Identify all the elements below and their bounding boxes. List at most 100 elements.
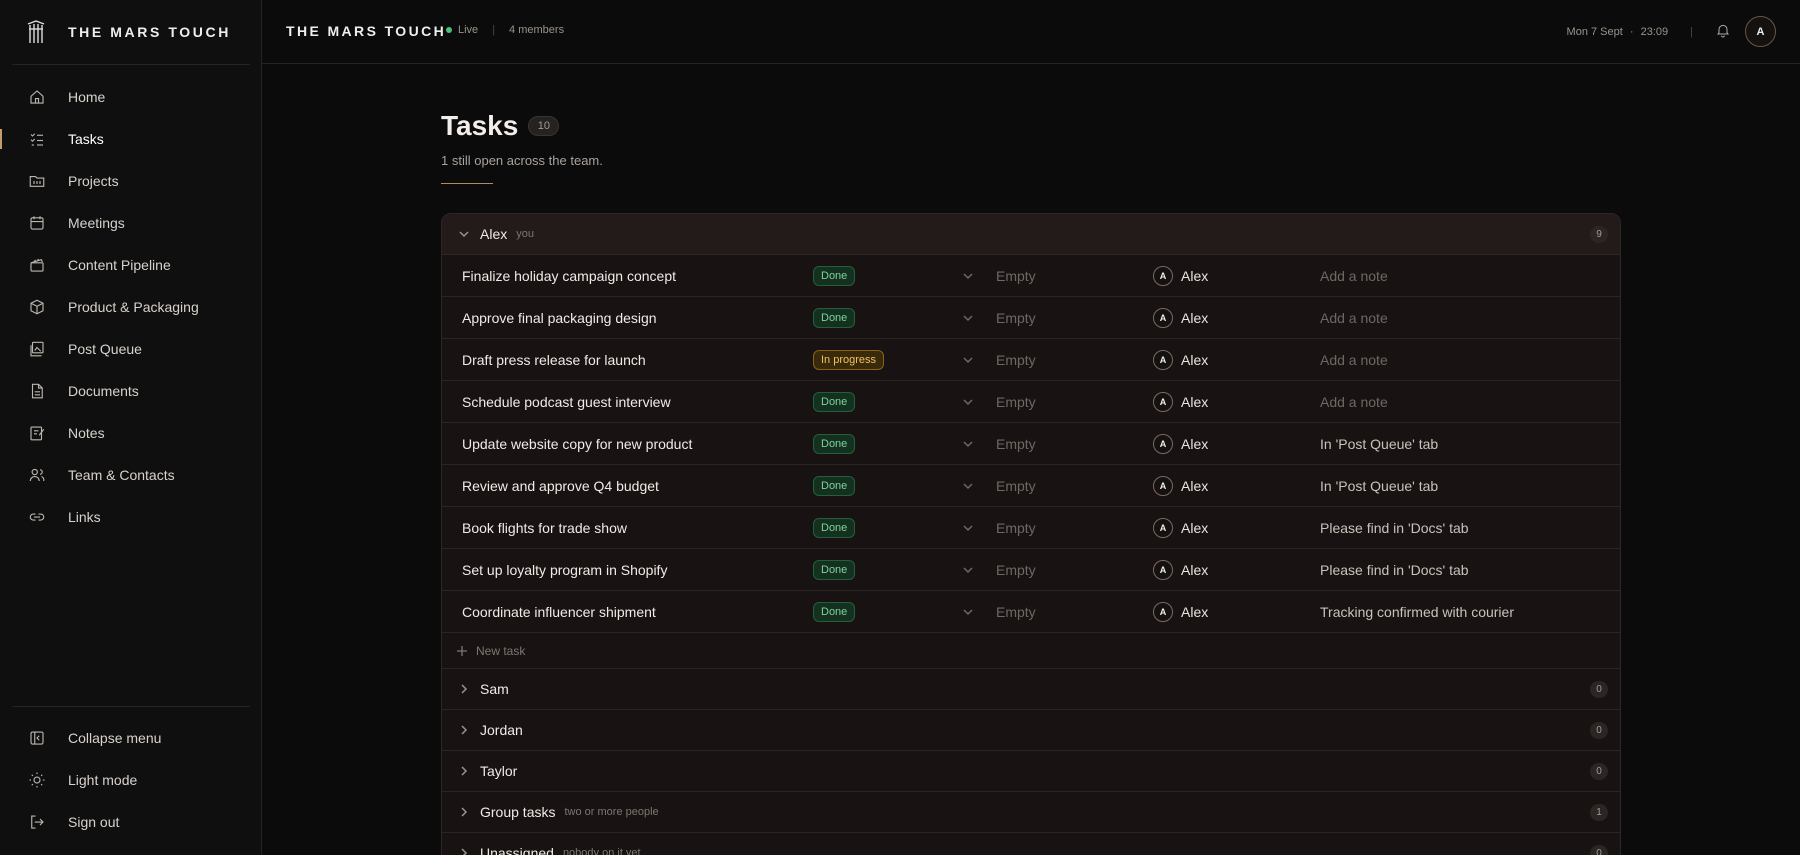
sidebar-item-sign-out[interactable]: Sign out	[0, 801, 262, 843]
due-date-field[interactable]: Empty	[996, 520, 1036, 536]
task-row[interactable]: Review and approve Q4 budget Done Empty A Al…	[442, 465, 1620, 507]
task-note[interactable]: Please find in 'Docs' tab	[1320, 562, 1469, 578]
sidebar-item-collapse-menu[interactable]: Collapse menu	[0, 717, 262, 759]
status-badge[interactable]: In progress	[813, 349, 885, 370]
status-dropdown-chevron-icon[interactable]	[962, 522, 974, 534]
sidebar-item-light-mode[interactable]: Light mode	[0, 759, 262, 801]
sidebar-item-notes[interactable]: Notes	[0, 412, 262, 454]
sidebar-item-projects[interactable]: Projects	[0, 160, 262, 202]
tasks-icon	[30, 133, 43, 146]
task-title[interactable]: Coordinate influencer shipment	[462, 604, 656, 620]
sidebar-item-team-contacts[interactable]: Team & Contacts	[0, 454, 262, 496]
assignee[interactable]: A Alex	[1153, 433, 1208, 454]
task-title[interactable]: Set up loyalty program in Shopify	[462, 562, 667, 578]
chevron-right-icon[interactable]	[458, 765, 470, 777]
assignee[interactable]: A Alex	[1153, 349, 1208, 370]
assignee[interactable]: A Alex	[1153, 307, 1208, 328]
chevron-right-icon[interactable]	[458, 806, 470, 818]
chevron-right-icon[interactable]	[458, 847, 470, 855]
sidebar-item-post-queue[interactable]: Post Queue	[0, 328, 262, 370]
due-date-field[interactable]: Empty	[996, 436, 1036, 452]
assignee[interactable]: A Alex	[1153, 601, 1209, 622]
status-dropdown-chevron-icon[interactable]	[962, 312, 974, 324]
assignee-name: Alex	[1181, 393, 1209, 410]
status-badge[interactable]: Done	[813, 391, 856, 412]
assignee[interactable]: A Alex	[1153, 517, 1208, 538]
chevron-right-icon[interactable]	[458, 724, 470, 736]
chevron-down-icon[interactable]	[458, 228, 470, 240]
assignee[interactable]: A Alex	[1153, 265, 1208, 286]
sidebar-item-home[interactable]: Home	[0, 76, 262, 118]
task-row[interactable]: Finalize holiday campaign concept Done Emp…	[442, 255, 1620, 297]
task-row[interactable]: Book flights for trade show Done Empty A Ale…	[442, 507, 1620, 549]
assignee[interactable]: A Alex	[1153, 559, 1209, 580]
user-avatar[interactable]: A	[1745, 16, 1776, 47]
assignee-name: Alex	[1181, 561, 1209, 578]
status-dropdown-chevron-icon[interactable]	[962, 564, 974, 576]
task-note[interactable]: Add a note	[1320, 394, 1388, 410]
task-row[interactable]: Schedule podcast guest interview Done Empt…	[442, 381, 1620, 423]
group-name: Alex	[480, 226, 508, 242]
task-title[interactable]: Update website copy for new product	[462, 436, 692, 452]
group-header[interactable]: Group tasks two or more people 1	[442, 792, 1620, 833]
due-date-field[interactable]: Empty	[996, 310, 1036, 326]
group-header[interactable]: Sam 0	[442, 669, 1620, 710]
status-dropdown-chevron-icon[interactable]	[962, 396, 974, 408]
task-row[interactable]: Set up loyalty program in Shopify Done Emp…	[442, 549, 1620, 591]
task-note[interactable]: Add a note	[1320, 352, 1388, 368]
assignee[interactable]: A Alex	[1153, 391, 1209, 412]
task-title[interactable]: Draft press release for launch	[462, 352, 646, 368]
status-dropdown-chevron-icon[interactable]	[962, 480, 974, 492]
sidebar-item-documents[interactable]: Documents	[0, 370, 262, 412]
status-badge[interactable]: Done	[813, 307, 856, 328]
task-note[interactable]: Add a note	[1320, 268, 1388, 284]
task-title[interactable]: Approve final packaging design	[462, 310, 657, 326]
status-badge[interactable]: Done	[813, 601, 856, 622]
sidebar-item-content-pipeline[interactable]: Content Pipeline	[0, 244, 262, 286]
due-date-field[interactable]: Empty	[996, 268, 1036, 284]
task-row[interactable]: Approve final packaging design Done Empty A…	[442, 297, 1620, 339]
task-note[interactable]: Please find in 'Docs' tab	[1320, 520, 1469, 536]
task-title[interactable]: Book flights for trade show	[462, 520, 627, 536]
task-title[interactable]: Schedule podcast guest interview	[462, 394, 671, 410]
task-note[interactable]: In 'Post Queue' tab	[1320, 436, 1438, 452]
due-date-field[interactable]: Empty	[996, 478, 1036, 494]
group-header[interactable]: Alex you 9	[442, 214, 1620, 255]
sidebar-item-tasks[interactable]: Tasks	[0, 118, 262, 160]
new-task-button[interactable]: New task	[442, 633, 1620, 669]
task-title[interactable]: Review and approve Q4 budget	[462, 478, 659, 494]
assignee-name: Alex	[1181, 603, 1209, 620]
status-badge[interactable]: Done	[813, 517, 856, 538]
sidebar-item-product-packaging[interactable]: Product & Packaging	[0, 286, 262, 328]
chevron-right-icon[interactable]	[458, 683, 470, 695]
due-date-field[interactable]: Empty	[996, 352, 1036, 368]
task-row[interactable]: Draft press release for launch In progres…	[442, 339, 1620, 381]
task-row[interactable]: Coordinate influencer shipment Done Empty A…	[442, 591, 1620, 633]
task-note[interactable]: Add a note	[1320, 310, 1388, 326]
status-badge[interactable]: Done	[813, 559, 856, 580]
due-date-field[interactable]: Empty	[996, 562, 1036, 578]
group-header[interactable]: Jordan 0	[442, 710, 1620, 751]
status-dropdown-chevron-icon[interactable]	[962, 606, 974, 618]
task-title[interactable]: Finalize holiday campaign concept	[462, 268, 676, 284]
task-note[interactable]: Tracking confirmed with courier	[1320, 604, 1514, 620]
status-badge[interactable]: Done	[813, 265, 856, 286]
sidebar-item-meetings[interactable]: Meetings	[0, 202, 262, 244]
status-dropdown-chevron-icon[interactable]	[962, 270, 974, 282]
sidebar-item-links[interactable]: Links	[0, 496, 262, 538]
assignee[interactable]: A Alex	[1153, 475, 1208, 496]
header-time: 23:09	[1640, 25, 1669, 38]
status-badge[interactable]: Done	[813, 433, 856, 454]
due-date-field[interactable]: Empty	[996, 394, 1036, 410]
due-date-field[interactable]: Empty	[996, 604, 1036, 620]
status-dropdown-chevron-icon[interactable]	[962, 438, 974, 450]
group-header[interactable]: Unassigned nobody on it yet 0	[442, 833, 1620, 855]
group-header[interactable]: Taylor 0	[442, 751, 1620, 792]
members-count[interactable]: 4 members	[509, 24, 564, 36]
task-row[interactable]: Update website copy for new product Done E…	[442, 423, 1620, 465]
notifications-bell-icon[interactable]	[1715, 22, 1731, 41]
status-badge[interactable]: Done	[813, 475, 856, 496]
brand[interactable]: THE MARS TOUCH	[26, 18, 231, 46]
task-note[interactable]: In 'Post Queue' tab	[1320, 478, 1438, 494]
status-dropdown-chevron-icon[interactable]	[962, 354, 974, 366]
